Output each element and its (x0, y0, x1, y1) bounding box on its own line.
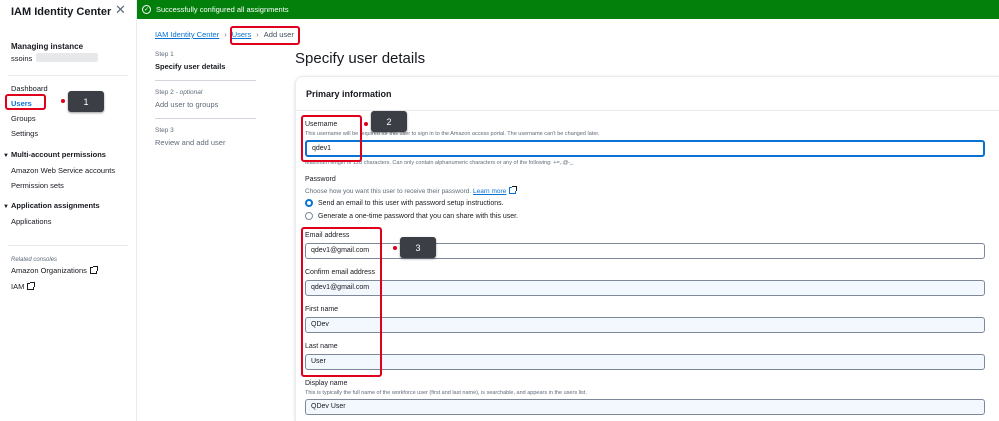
section-application-assignments[interactable]: ▼ Application assignments (3, 201, 100, 210)
link-label: IAM (11, 282, 25, 291)
password-label: Password (305, 176, 336, 183)
step-1-title: Specify user details (155, 62, 226, 71)
annotation-box-user-fields (301, 227, 382, 377)
username-input[interactable]: qdev1 (305, 140, 985, 157)
display-name-input[interactable]: QDev User (305, 399, 985, 415)
annotation-box-users (5, 94, 46, 110)
sidebar-title[interactable]: IAM Identity Center (11, 6, 111, 18)
success-check-icon: ✓ (142, 5, 151, 14)
sidebar-item-dashboard[interactable]: Dashboard (11, 84, 48, 93)
sidebar-item-amazon-organizations[interactable]: Amazon Organizations (11, 266, 98, 275)
step-3-label: Step 3 (155, 127, 174, 134)
external-link-icon (509, 186, 518, 194)
caret-down-icon: ▼ (3, 204, 9, 210)
chevron-right-icon: › (224, 30, 227, 39)
display-name-description: This is typically the full name of the w… (305, 390, 587, 396)
caret-down-icon: ▼ (3, 153, 9, 159)
password-desc-text: Choose how you want this user to receive… (305, 188, 472, 195)
instance-id-redacted (36, 53, 98, 62)
annotation-box-breadcrumb (230, 26, 300, 45)
flash-message: Successfully configured all assignments (156, 5, 289, 14)
annotation-badge-1: 1 (68, 91, 104, 112)
annotation-badge-3: 3 (400, 237, 436, 258)
step-2-label: Step 2 - optional (155, 89, 202, 96)
step-2-number: Step 2 - (155, 89, 180, 96)
breadcrumb-iam-identity-center[interactable]: IAM Identity Center (155, 30, 219, 39)
link-label: Amazon Organizations (11, 266, 87, 275)
step-divider (155, 118, 256, 119)
external-link-icon (89, 266, 98, 274)
last-name-input[interactable]: User (305, 354, 985, 370)
annotation-dot (61, 99, 65, 103)
section-multi-account-permissions[interactable]: ▼ Multi-account permissions (3, 150, 106, 159)
close-icon[interactable]: ✕ (115, 3, 126, 16)
success-flash-banner: ✓ Successfully configured all assignment… (137, 0, 999, 19)
radio-label: Generate a one-time password that you ca… (318, 212, 518, 220)
step-2-optional: optional (179, 89, 203, 96)
password-description: Choose how you want this user to receive… (305, 186, 518, 195)
radio-send-email[interactable]: Send an email to this user with password… (305, 199, 504, 207)
step-1-label: Step 1 (155, 51, 174, 58)
annotation-box-username (301, 115, 362, 162)
sidebar-item-settings[interactable]: Settings (11, 129, 38, 138)
step-2-title[interactable]: Add user to groups (155, 100, 218, 109)
sidebar-item-groups[interactable]: Groups (11, 114, 36, 123)
sidebar-item-iam[interactable]: IAM (11, 282, 36, 291)
sidebar-item-applications[interactable]: Applications (11, 217, 51, 226)
managing-instance-value: ssoins (11, 54, 33, 63)
step-divider (155, 80, 256, 81)
confirm-email-input[interactable]: qdev1@gmail.com (305, 280, 985, 296)
sidebar-divider (8, 75, 128, 76)
learn-more-link[interactable]: Learn more (473, 188, 506, 195)
first-name-input[interactable]: QDev (305, 317, 985, 333)
radio-button-checked[interactable] (305, 199, 313, 207)
radio-button[interactable] (305, 212, 313, 220)
annotation-dot (364, 122, 368, 126)
section-label: Application assignments (10, 201, 100, 210)
radio-label: Send an email to this user with password… (318, 199, 504, 207)
sidebar-divider (8, 245, 128, 246)
radio-generate-password[interactable]: Generate a one-time password that you ca… (305, 212, 518, 220)
sidebar-item-aws-accounts[interactable]: Amazon Web Service accounts (11, 166, 115, 175)
annotation-dot (393, 246, 397, 250)
step-3-title[interactable]: Review and add user (155, 138, 225, 147)
section-label: Multi-account permissions (10, 150, 106, 159)
sidebar-item-permission-sets[interactable]: Permission sets (11, 181, 64, 190)
annotation-badge-2: 2 (371, 111, 407, 132)
related-consoles-label: Related consoles (11, 257, 58, 263)
managing-instance-label: Managing instance (11, 42, 84, 51)
display-name-label: Display name (305, 380, 348, 387)
page-title: Specify user details (295, 50, 426, 67)
external-link-icon (27, 282, 36, 290)
side-navigation: IAM Identity Center ✕ Managing instance … (0, 0, 137, 421)
container-header: Primary information (306, 89, 392, 99)
